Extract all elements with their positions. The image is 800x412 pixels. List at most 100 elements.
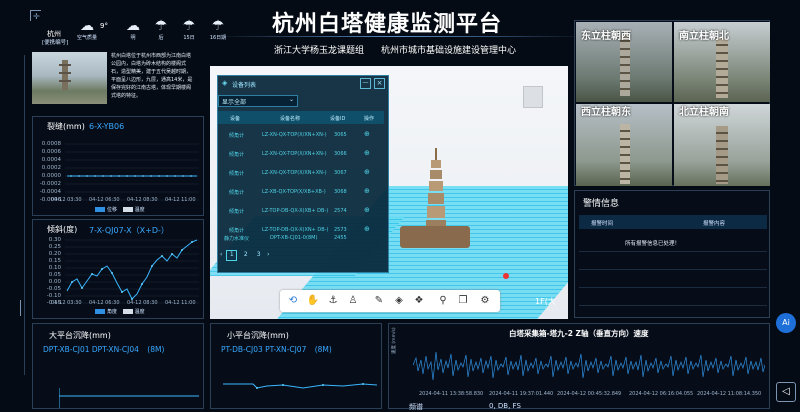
prev-page-icon[interactable]: ‹ [220,251,222,258]
sensor-id: PT-XN-CJ07 [265,345,307,354]
left-edge-tick [20,300,25,316]
x-tick: 2024-04-11 19:37:01.440 [489,391,554,397]
device-filter-select[interactable]: 显示全部 ⌄ [218,95,298,107]
device-type: 静力水准仪 [224,236,250,242]
table-row[interactable]: 倾角计 LZ-XN-QX-TOP(X/XN+XN-) 3065 ⊕ [218,126,384,145]
subtitle-left: 浙江大学杨玉龙课题组 [274,46,365,56]
measure-icon[interactable]: ✎ [372,294,386,308]
locate-icon[interactable]: ⊕ [364,187,370,195]
x-tick: 04-12 08:30 [127,300,158,306]
crack-plot [65,143,199,201]
x-tick: 04-12 03:30 [51,197,82,203]
weather-label: 后 [158,35,164,41]
x-tick: 2024-04-12 00:45:32.849 [557,391,622,397]
y-tick: -0.10 [46,293,61,299]
table-row[interactable]: 倾角计 LZ-XB-QX-TOP(X/XB+XB-) 3068 ⊕ [218,183,384,202]
settle-big-title: 大平台沉降(mm) [49,331,111,340]
tree-icon[interactable]: ⚲ [436,294,450,308]
x-tick: 2024-04-11 13:38:58.830 [419,391,484,397]
tilt-series-line [66,239,198,300]
velocity-title: 白塔采集箱-塔九-2 Z轴（垂直方向）速度 [509,329,649,338]
y-tick: 0.0002 [41,165,61,171]
device-name: LZ-XN-QX-TOP(X/XN+XN-) [262,170,327,176]
weather-label: 15日 [183,35,195,41]
legend-label: 温度 [134,309,145,315]
device-id: 2574 [334,208,347,214]
device-name: LZ-XB-QX-TOP(X/XB+XB-) [262,189,326,195]
device-id: 2573 [334,227,347,233]
y-tick: 0.25 [48,244,61,250]
crack-legend: 位移 温度 [95,206,145,213]
orbit-icon[interactable]: ⟲ [286,294,300,308]
velocity-ylabel: 速度 (mm/s) [392,327,397,354]
weather-label: 空气质量 [76,35,97,41]
tilt-chart-panel: 倾斜(度) 7-X-QJ07-X（X+D-） 0.30 0.25 0.20 0.… [32,219,204,319]
pagination: ‹ 1 2 3 › [220,250,270,261]
page-button[interactable]: 2 [241,251,250,260]
ai-assistant-button[interactable]: Ai [776,313,796,333]
page-button[interactable]: 1 [226,250,238,261]
x-tick: 04-12 03:30 [51,300,82,306]
alarm-row-separator [579,287,767,288]
locate-icon[interactable]: ⊕ [364,149,370,157]
rain-icon: ☂ [154,18,168,34]
y-tick: 0.15 [48,258,61,264]
table-row[interactable]: 倾角计 LZ-XN-QX-TOP(X/XN+XN-) 3067 ⊕ [218,164,384,183]
col-header: 操作 [364,116,375,122]
locate-icon[interactable]: ⊕ [364,206,370,214]
explode-icon[interactable]: ❖ [412,294,426,308]
device-filter-value: 显示全部 [222,99,247,106]
nav-cube-icon[interactable] [523,86,543,108]
intro-panel: 杭州白塔位于杭州市西部为江南白塔公园内，白塔为砖木结构的楼阁式石，造型精美，建于… [32,52,200,114]
device-list-dialog[interactable]: ◈ 设备列表 — × 显示全部 ⌄ 设备 设备名称 设备ID 操作 倾角计 LZ… [217,75,389,273]
rain-icon: ☂ [182,18,196,34]
device-list-title: 设备列表 [232,82,257,89]
device-id: 3066 [334,151,347,157]
weather-item-0: ☁ 空气质量 [74,18,100,41]
device-list-icon: ◈ [222,79,228,87]
weather-label: 明 [130,35,136,41]
sensor-marker-icon[interactable] [503,273,509,279]
crosshair-icon: ✛ [33,12,40,21]
table-row[interactable]: 倾角计 LZ-XN-QX-TOP(X/XN+XN-) 3066 ⊕ [218,145,384,164]
pagoda-base [400,226,470,248]
tilt-legend: 角度 温度 [95,308,145,315]
page-button[interactable]: 3 [254,251,263,260]
device-id: 3065 [334,132,347,138]
close-button[interactable]: × [374,78,385,89]
table-row[interactable]: 静力水准仪 DPT-XB-CJ01-0(8M) 2455 [218,234,384,244]
y-tick: 0.0008 [41,141,61,147]
locate-icon[interactable]: ⊕ [364,168,370,176]
layer-icon[interactable]: ◈ [392,294,406,308]
settle-small-plot [223,383,377,389]
gear-icon[interactable]: ⚙ [478,294,492,308]
sensor-id: DPT-XN-CJ04 [91,345,139,354]
device-id: 3068 [334,189,347,195]
copy-icon[interactable]: ❐ [456,294,470,308]
velocity-plot [413,351,765,381]
velocity-panel: 白塔采集箱-塔九-2 Z轴（垂直方向）速度 速度 (mm/s) 2024-04-… [388,323,770,411]
pagoda-photo [32,52,107,104]
anchor-icon[interactable]: ⚓ [326,294,340,308]
crack-chart-panel: 裂缝(mm) 6-X-YB06 0.0008 0.0006 0.0004 0.0… [32,116,204,216]
device-type: 倾角计 [229,152,245,158]
collapse-button[interactable]: ◁ [776,382,796,402]
locate-icon[interactable]: ⊕ [364,130,370,138]
crack-chart-title: 裂缝(mm) [47,122,85,131]
locate-icon[interactable]: ⊕ [364,225,370,233]
hand-icon[interactable]: ✋ [306,294,320,308]
weather-item-3: ☂ 15日 [176,18,202,41]
minimize-button[interactable]: — [360,78,371,89]
device-name: LZ-TOP-DB-QX-X(XB+ DB-) [262,208,329,214]
table-row[interactable]: 倾角计 LZ-TOP-DB-QX-X(XB+ DB-) 2574 ⊕ [218,202,384,221]
camera-label-west: 西立柱朝东 [581,107,631,118]
device-type: 倾角计 [229,171,245,177]
next-page-icon[interactable]: › [267,251,269,258]
settle-small-panel: 小平台沉降(mm) PT-DB-CJ03 PT-XN-CJ07 (8M) [210,323,382,409]
y-tick: 0.30 [48,237,61,243]
person-icon[interactable]: ♙ [346,294,360,308]
y-tick: 0.00 [48,279,61,285]
device-name: DPT-XB-CJ01-0(8M) [270,235,318,241]
col-header: 报警时间 [591,221,614,227]
col-header: 设备ID [330,116,346,122]
